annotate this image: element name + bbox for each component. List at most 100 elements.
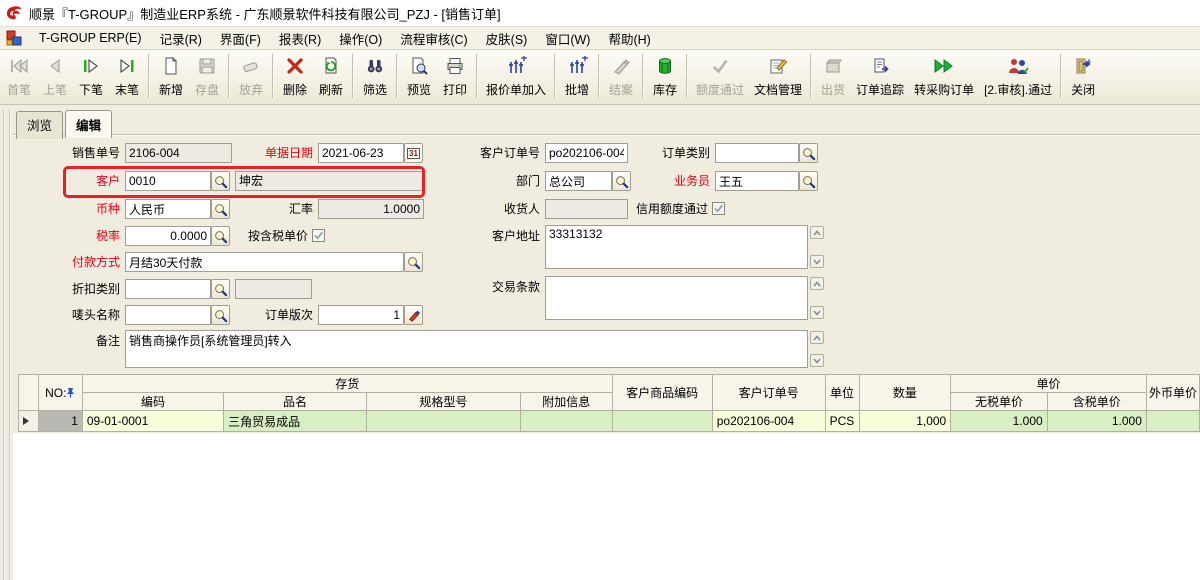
refresh-icon [321,55,341,77]
payment-input[interactable] [125,252,404,272]
payment-lookup-button[interactable] [404,252,423,272]
first-record-button: 首笔 [1,52,37,100]
currency-input[interactable] [125,199,211,219]
magnifier-icon [213,282,228,297]
doc-date-input[interactable] [318,143,404,163]
address-scroll-up-button[interactable] [810,226,824,239]
quote-add-button[interactable]: 报价单加入 [481,52,551,100]
department-lookup-button[interactable] [612,171,631,191]
row-cust-po-cell[interactable]: po202106-004 [712,411,825,432]
row-indicator-icon [23,417,29,425]
department-input[interactable] [545,171,612,191]
customer-po-input[interactable] [545,143,628,163]
to-purchase-order-icon [932,55,956,77]
remark-scroll-up-button[interactable] [810,331,824,344]
row-unit-cell[interactable]: PCS [825,411,859,432]
filter-button[interactable]: 筛选 [357,52,393,100]
window-title: 顺景『T-GROUP』制造业ERP系统 - 广东顺景软件科技有限公司_PZJ -… [29,4,501,23]
order-type-input[interactable] [715,143,799,163]
left-groove [3,109,5,580]
row-spec-cell[interactable] [367,411,521,432]
tab-browse[interactable]: 浏览 [16,111,63,139]
doc-manage-button[interactable]: 文档管理 [749,52,807,100]
row-indicator-cell[interactable] [19,411,39,432]
menu-operation[interactable]: 操作(O) [330,26,391,51]
terms-scroll-up-button[interactable] [810,277,824,290]
mark-name-input[interactable] [125,305,211,325]
version-edit-button[interactable] [404,305,423,325]
grid-clipped-header: 外币单价 [1146,375,1199,411]
save-button: 存盘 [189,52,225,100]
menu-workflow-audit[interactable]: 流程审核(C) [391,26,476,51]
remark-textarea[interactable]: 销售商操作员[系统管理员]转入 [125,330,808,368]
menu-help[interactable]: 帮助(H) [599,26,659,51]
mark-lookup-button[interactable] [211,305,230,325]
preview-icon [409,55,429,77]
consignee-field [545,199,628,219]
customer-address-label: 客户地址 [450,226,540,246]
grid-cust-item-header: 客户商品编码 [612,375,712,411]
row-qty-cell[interactable]: 1,000 [859,411,951,432]
chevron-up-icon [813,230,821,236]
row-price-ex-cell[interactable]: 1.000 [951,411,1047,432]
calendar-button[interactable]: 31 [404,143,423,163]
approve-pass-button[interactable]: [2.审核].通过 [979,52,1057,100]
menu-report[interactable]: 报表(R) [270,26,330,51]
customer-code-input[interactable] [125,171,211,191]
inventory-button[interactable]: 库存 [647,52,683,100]
trade-terms-textarea[interactable] [545,276,808,320]
new-icon [161,55,181,77]
menu-interface[interactable]: 界面(F) [211,26,270,51]
row-no-cell[interactable]: 1 [38,411,82,432]
app-logo-icon [4,3,24,23]
discount-lookup-button[interactable] [211,279,230,299]
grid-extra-header: 附加信息 [520,393,612,411]
terms-scroll-down-button[interactable] [810,306,824,319]
batch-add-button[interactable]: 批增 [559,52,595,100]
discount-type-input[interactable] [125,279,211,299]
salesman-input[interactable] [715,171,799,191]
order-track-button[interactable]: 订单追踪 [851,52,909,100]
first-record-icon [8,55,30,77]
row-cust-item-cell[interactable] [612,411,712,432]
print-button[interactable]: 打印 [437,52,473,100]
chevron-up-icon [813,335,821,341]
menu-record[interactable]: 记录(R) [151,26,211,51]
refresh-button[interactable]: 刷新 [313,52,349,100]
tax-included-label: 按含税单价 [228,226,308,246]
customer-lookup-button[interactable] [211,171,230,191]
menu-window[interactable]: 窗口(W) [536,26,599,51]
new-button[interactable]: 新增 [153,52,189,100]
exit-button[interactable]: 关闭 [1065,52,1101,100]
currency-lookup-button[interactable] [211,199,230,219]
row-code-cell[interactable]: 09-01-0001 [82,411,223,432]
remark-scroll-down-button[interactable] [810,354,824,367]
tab-strip: 浏览 编辑 [16,111,114,139]
salesman-lookup-button[interactable] [799,171,818,191]
row-name-cell[interactable]: 三角贸易成品 [224,411,367,432]
doc-manage-icon [768,55,788,77]
address-scroll-down-button[interactable] [810,255,824,268]
tab-edit[interactable]: 编辑 [65,110,112,138]
order-version-input[interactable] [318,305,404,325]
menu-skin[interactable]: 皮肤(S) [477,26,537,51]
prev-record-icon [45,55,65,77]
to-purchase-order-button[interactable]: 转采购订单 [909,52,979,100]
inventory-icon [655,55,675,77]
discard-button: 放弃 [233,52,269,100]
grid-price-group-header: 单价 [951,375,1147,393]
row-clipped-cell[interactable] [1146,411,1199,432]
menu-tgroup-erp[interactable]: T-GROUP ERP(E) [30,28,151,48]
preview-button[interactable]: 预览 [401,52,437,100]
toolbar-separator [1060,54,1062,98]
row-price-inc-cell[interactable]: 1.000 [1047,411,1146,432]
close-case-icon [611,55,631,77]
delete-button[interactable]: 删除 [277,52,313,100]
last-record-button[interactable]: 末笔 [109,52,145,100]
customer-address-textarea[interactable]: 33313132 [545,225,808,269]
row-extra-cell[interactable] [520,411,612,432]
next-record-button[interactable]: 下笔 [73,52,109,100]
order-type-lookup-button[interactable] [799,143,818,163]
tax-rate-input[interactable] [125,226,211,246]
order-version-label: 订单版次 [233,305,313,325]
